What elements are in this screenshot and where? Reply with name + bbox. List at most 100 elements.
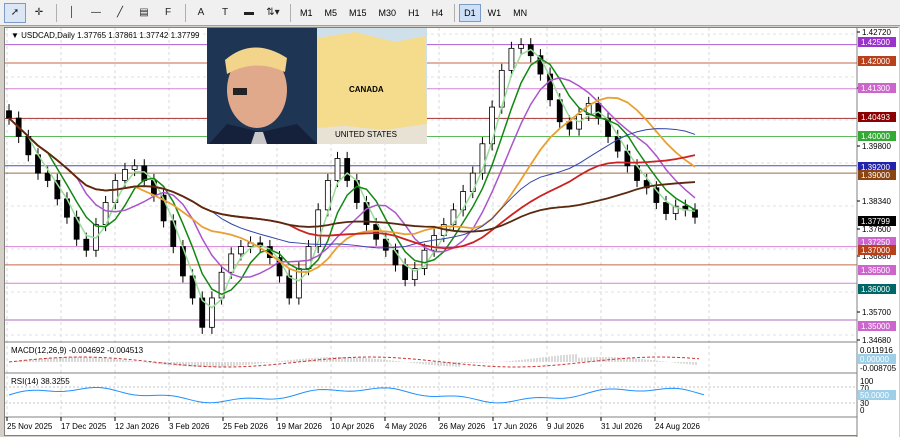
candle-body [131, 165, 138, 170]
time-axis-label: 10 Apr 2026 [331, 422, 375, 431]
candle-body [228, 253, 235, 273]
candle-body [663, 202, 669, 214]
timeframe-m30-button[interactable]: M30 [374, 4, 402, 22]
candle-body [286, 275, 293, 299]
timeframe-h4-button[interactable]: H4 [427, 4, 449, 22]
map-country-label: UNITED STATES [335, 130, 397, 139]
price-axis-label: 1.39800 [862, 142, 891, 151]
price-axis-label: 1.42720 [862, 28, 891, 37]
price-level-label: 1.37799 [861, 217, 890, 226]
vertical-line-icon: │ [68, 7, 76, 18]
macd-axis-label: -0.008705 [860, 364, 897, 373]
arrows-tool-button[interactable]: ⇅▾ [262, 3, 284, 23]
toolbar-separator [290, 3, 291, 22]
rectangle-icon: ▬ [244, 7, 254, 18]
price-level-label: 1.40000 [861, 132, 890, 141]
price-level-label: 1.40493 [861, 113, 890, 122]
time-axis-label: 25 Feb 2026 [223, 422, 268, 431]
candle-body [595, 103, 602, 119]
vertical-line-tool-button[interactable]: │ [61, 3, 83, 23]
candle-body [344, 158, 351, 181]
chart-toolbar: ➚ ✛ │ ― ╱ ▤ F A T ▬ ⇅▾ M1 M5 M15 M30 H1 H4 D1 W1 MN [0, 0, 900, 26]
rsi-line [8, 387, 705, 404]
rsi-label: RSI(14) 38.3255 [11, 377, 70, 386]
price-level-label: 1.36500 [861, 266, 890, 275]
price-level-label: 1.35000 [861, 322, 890, 331]
arrows-icon: ⇅▾ [266, 7, 280, 18]
symbol-header: ▼ USDCAD,Daily 1.37765 1.37861 1.37742 1… [11, 31, 200, 40]
candle-body [44, 172, 51, 181]
horizontal-line-tool-button[interactable]: ― [85, 3, 107, 23]
candle-body [83, 238, 90, 251]
price-axis-label: 1.38340 [862, 197, 891, 206]
rectangle-tool-button[interactable]: ▬ [238, 3, 260, 23]
candle-body [460, 191, 467, 211]
candle-body [237, 246, 244, 255]
macd-label: MACD(12,26,9) -0.004692 -0.004513 [11, 346, 144, 355]
time-axis-label: 25 Nov 2025 [7, 422, 53, 431]
candle-body [334, 158, 341, 181]
price-level-label: 1.37000 [861, 246, 890, 255]
candle-body [122, 169, 128, 181]
toolbar-separator [185, 3, 186, 22]
timeframe-m15-button[interactable]: M15 [344, 4, 372, 22]
text-label-tool-button[interactable]: T [214, 3, 236, 23]
crosshair-icon: ✛ [34, 7, 44, 18]
equidistant-channel-tool-button[interactable]: ▤ [133, 3, 155, 23]
time-axis-label: 17 Jun 2026 [493, 422, 538, 431]
candle-body [489, 106, 495, 145]
timeframe-d1-button[interactable]: D1 [459, 3, 481, 22]
map-country-label: CANADA [349, 85, 384, 94]
rsi-axis-label: 0 [860, 406, 865, 415]
time-axis-label: 19 Mar 2026 [277, 422, 322, 431]
trendline-icon: ╱ [116, 7, 124, 18]
candle-body [508, 47, 515, 71]
price-level-label: 1.42000 [861, 57, 890, 66]
price-axis-label: 1.37600 [862, 225, 891, 234]
price-chart[interactable]: ▼ USDCAD,Daily 1.37765 1.37861 1.37742 1… [5, 28, 899, 437]
price-level-label: 1.41300 [861, 84, 890, 93]
map-land-canada [317, 32, 427, 130]
trendline-tool-button[interactable]: ╱ [109, 3, 131, 23]
cursor-icon: ➚ [10, 7, 20, 18]
candle-body [209, 297, 215, 328]
fibonacci-icon: F [164, 7, 172, 18]
toolbar-separator [56, 3, 57, 22]
time-axis-label: 26 May 2026 [439, 422, 486, 431]
candle-body [402, 264, 409, 281]
price-level-label: 1.42500 [861, 38, 890, 47]
price-level-label: 1.36000 [861, 285, 890, 294]
time-axis-label: 17 Dec 2025 [61, 422, 107, 431]
time-axis-label: 4 May 2026 [385, 422, 427, 431]
candle-body [6, 110, 12, 119]
time-axis-label: 12 Jan 2026 [115, 422, 160, 431]
microphone-icon [233, 88, 247, 95]
time-axis-label: 31 Jul 2026 [601, 422, 643, 431]
price-axis-label: 1.34680 [862, 336, 891, 345]
macd-axis-label: 0.00000 [860, 355, 889, 364]
price-level-label: 1.39000 [861, 171, 890, 180]
candle-body [295, 268, 302, 299]
time-axis-label: 3 Feb 2026 [169, 422, 210, 431]
price-axis-label: 1.35700 [862, 308, 891, 317]
time-axis-label: 9 Jul 2026 [547, 422, 584, 431]
time-axis-label: 24 Aug 2026 [655, 422, 700, 431]
timeframe-m1-button[interactable]: M1 [295, 4, 318, 22]
timeframe-w1-button[interactable]: W1 [483, 4, 507, 22]
horizontal-line-icon: ― [91, 7, 101, 18]
chart-window[interactable]: ▼ USDCAD,Daily 1.37765 1.37861 1.37742 1… [4, 27, 899, 437]
candle-body [518, 44, 524, 49]
text-tool-button[interactable]: A [190, 3, 212, 23]
crosshair-tool-button[interactable]: ✛ [28, 3, 50, 23]
timeframe-mn-button[interactable]: MN [508, 4, 532, 22]
timeframe-m5-button[interactable]: M5 [320, 4, 343, 22]
toolbar-separator [454, 3, 456, 22]
fibonacci-tool-button[interactable]: F [157, 3, 179, 23]
equidistant-channel-icon: ▤ [139, 7, 149, 18]
text-label-icon: T [221, 7, 229, 18]
cursor-tool-button[interactable]: ➚ [4, 2, 26, 23]
text-icon: A [197, 7, 205, 18]
candle-body [373, 224, 380, 240]
timeframe-h1-button[interactable]: H1 [403, 4, 425, 22]
macd-axis-label: 0.011916 [860, 346, 893, 355]
